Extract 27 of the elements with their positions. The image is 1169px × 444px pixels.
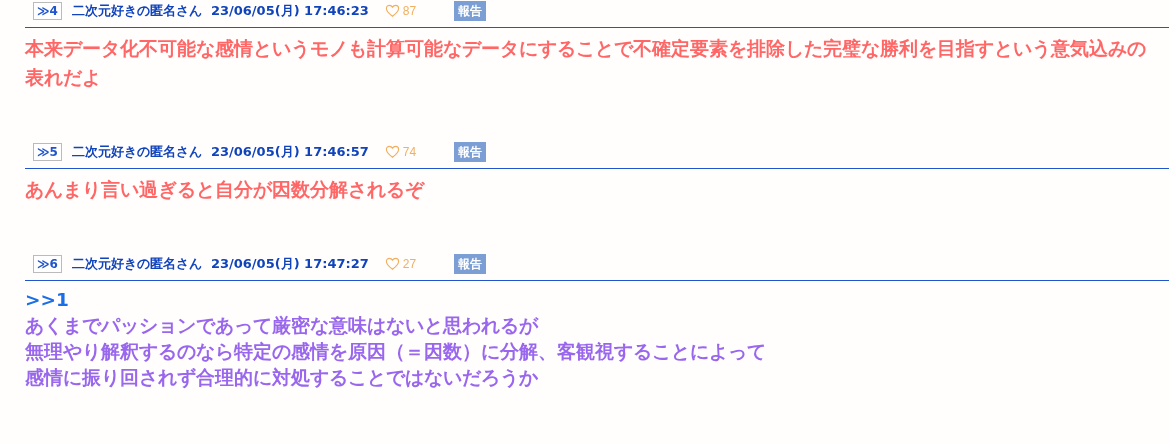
heart-icon: [384, 257, 400, 271]
reply-number-button[interactable]: ≫6: [33, 255, 62, 273]
like-count: 74: [402, 145, 417, 159]
heart-icon: [384, 4, 400, 18]
post-text: 本来データ化不可能な感情というモノも計算可能なデータにすることで不確定要素を排除した完璧な勝利を目指すという意気込みの表れだよ: [25, 37, 1147, 90]
post-text: 無理やり解釈するのなら特定の感情を原因（＝因数）に分解、客観視することによって: [25, 340, 767, 364]
poster-name: 二次元好きの匿名さん: [71, 2, 202, 20]
post-date: 23/06/05(月) 17:47:27: [210, 255, 369, 273]
like-count: 27: [402, 257, 417, 271]
like-button[interactable]: 87: [384, 4, 417, 18]
poster-name: 二次元好きの匿名さん: [71, 255, 202, 273]
post-date: 23/06/05(月) 17:46:57: [210, 143, 369, 161]
post-date: 23/06/05(月) 17:46:23: [210, 2, 369, 20]
like-count: 87: [402, 4, 417, 18]
like-button[interactable]: 74: [384, 145, 417, 159]
reply-number-button[interactable]: ≫4: [33, 2, 62, 20]
post-text: あくまでパッションであって厳密な意味はないと思われるが: [25, 314, 540, 338]
report-button[interactable]: 報告: [454, 142, 487, 162]
report-button[interactable]: 報告: [454, 254, 487, 274]
heart-icon: [384, 145, 400, 159]
post-text: あんまり言い過ぎると自分が因数分解されるぞ: [25, 178, 426, 202]
post-text: 感情に振り回されず合理的に対処することではないだろうか: [25, 366, 539, 390]
like-button[interactable]: 27: [384, 257, 417, 271]
reply-anchor-link[interactable]: >>1: [25, 287, 1169, 313]
poster-name: 二次元好きの匿名さん: [71, 143, 202, 161]
reply-number-button[interactable]: ≫5: [33, 143, 62, 161]
report-button[interactable]: 報告: [454, 1, 487, 21]
